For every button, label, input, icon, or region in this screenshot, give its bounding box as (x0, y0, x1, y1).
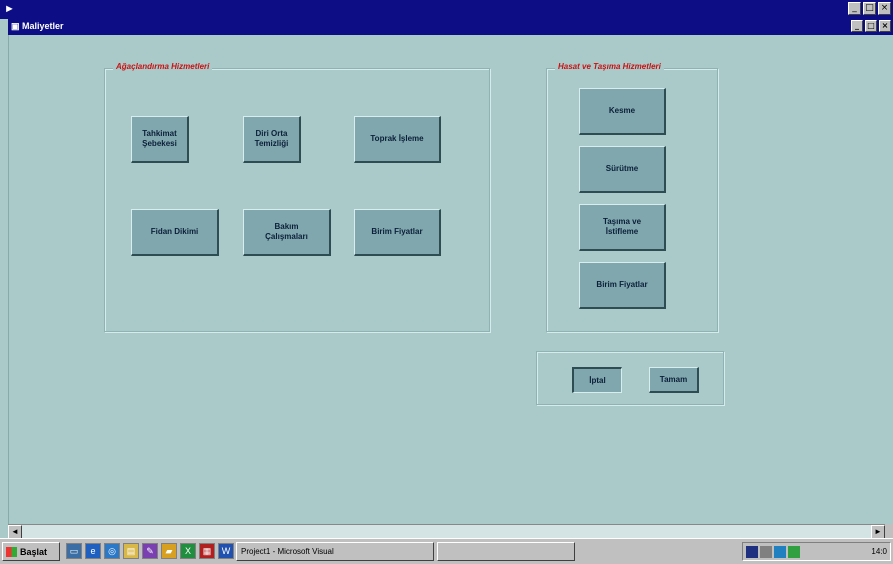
vb-icon[interactable]: ✎ (142, 543, 158, 559)
form-title-bar: ▣ Maliyetler _ □ × (8, 19, 893, 35)
form-icon: ▣ (11, 21, 20, 31)
ie-icon[interactable]: e (85, 543, 101, 559)
start-label: Başlat (20, 546, 48, 557)
volume-icon[interactable] (760, 545, 772, 558)
network-icon[interactable] (746, 545, 758, 558)
taskbar-item-project[interactable]: Project1 - Microsoft Visual (236, 542, 434, 561)
messenger-icon[interactable] (788, 545, 800, 558)
outer-maximize-button[interactable]: □ (863, 2, 876, 15)
folder-icon[interactable]: ▰ (161, 543, 177, 559)
word-icon[interactable]: W (218, 543, 234, 559)
afforestation-services-frame: Ağaçlandırma Hizmetleri (104, 62, 490, 332)
form-window-controls: _ □ × (851, 20, 891, 32)
quick-launch: ▭ e ◎ ▤ ✎ ▰ X ▦ W (66, 543, 234, 559)
outer-window-left-edge (0, 19, 9, 524)
antivirus-icon[interactable] (774, 545, 786, 558)
kesme-button[interactable]: Kesme (579, 88, 666, 135)
afforestation-services-caption: Ağaçlandırma Hizmetleri (113, 62, 213, 71)
tasima-istifleme-button[interactable]: Taşıma ve İstifleme (579, 204, 666, 251)
outer-title-bar: ► _ □ × (0, 0, 893, 19)
scroll-right-icon[interactable]: ► (871, 525, 885, 539)
diri-orta-button[interactable]: Diri Orta Temizliği (243, 116, 301, 163)
app-arrow-icon: ► (4, 3, 15, 15)
taskbar: Başlat ▭ e ◎ ▤ ✎ ▰ X ▦ W Project1 - Micr… (0, 538, 893, 564)
fidan-dikimi-button[interactable]: Fidan Dikimi (131, 209, 219, 256)
tahkimat-button[interactable]: Tahkimat Şebekesi (131, 116, 189, 163)
outlook-icon[interactable]: ◎ (104, 543, 120, 559)
right-birim-fiyatlar-button[interactable]: Birim Fiyatlar (579, 262, 666, 309)
excel-icon[interactable]: X (180, 543, 196, 559)
bakim-calismalari-button[interactable]: Bakım Çalışmaları (243, 209, 331, 256)
taskbar-item-project-label: Project1 - Microsoft Visual (241, 547, 334, 556)
explorer-icon[interactable]: ▤ (123, 543, 139, 559)
windows-logo-icon (6, 546, 17, 557)
surutme-button[interactable]: Sürütme (579, 146, 666, 193)
form-minimize-button[interactable]: _ (851, 20, 863, 32)
harvest-services-caption: Hasat ve Taşıma Hizmetleri (555, 62, 664, 71)
cancel-button[interactable]: İptal (572, 367, 622, 393)
clock: 14:0 (871, 547, 887, 556)
ok-button[interactable]: Tamam (649, 367, 699, 393)
system-tray: 14:0 (742, 542, 891, 561)
access-icon[interactable]: ▦ (199, 543, 215, 559)
outer-close-button[interactable]: × (878, 2, 891, 15)
left-birim-fiyatlar-button[interactable]: Birim Fiyatlar (354, 209, 441, 256)
start-button[interactable]: Başlat (2, 542, 60, 561)
outer-minimize-button[interactable]: _ (848, 2, 861, 15)
form-title: Maliyetler (22, 21, 64, 31)
form-close-button[interactable]: × (879, 20, 891, 32)
toprak-isleme-button[interactable]: Toprak İşleme (354, 116, 441, 163)
outer-window-controls: _ □ × (848, 2, 891, 15)
scroll-left-icon[interactable]: ◄ (8, 525, 22, 539)
taskbar-item-second[interactable] (437, 542, 575, 561)
form-maximize-button[interactable]: □ (865, 20, 877, 32)
horizontal-scrollbar[interactable]: ◄ ► (8, 524, 885, 539)
desktop-icon[interactable]: ▭ (66, 543, 82, 559)
size-grip[interactable] (885, 524, 893, 538)
